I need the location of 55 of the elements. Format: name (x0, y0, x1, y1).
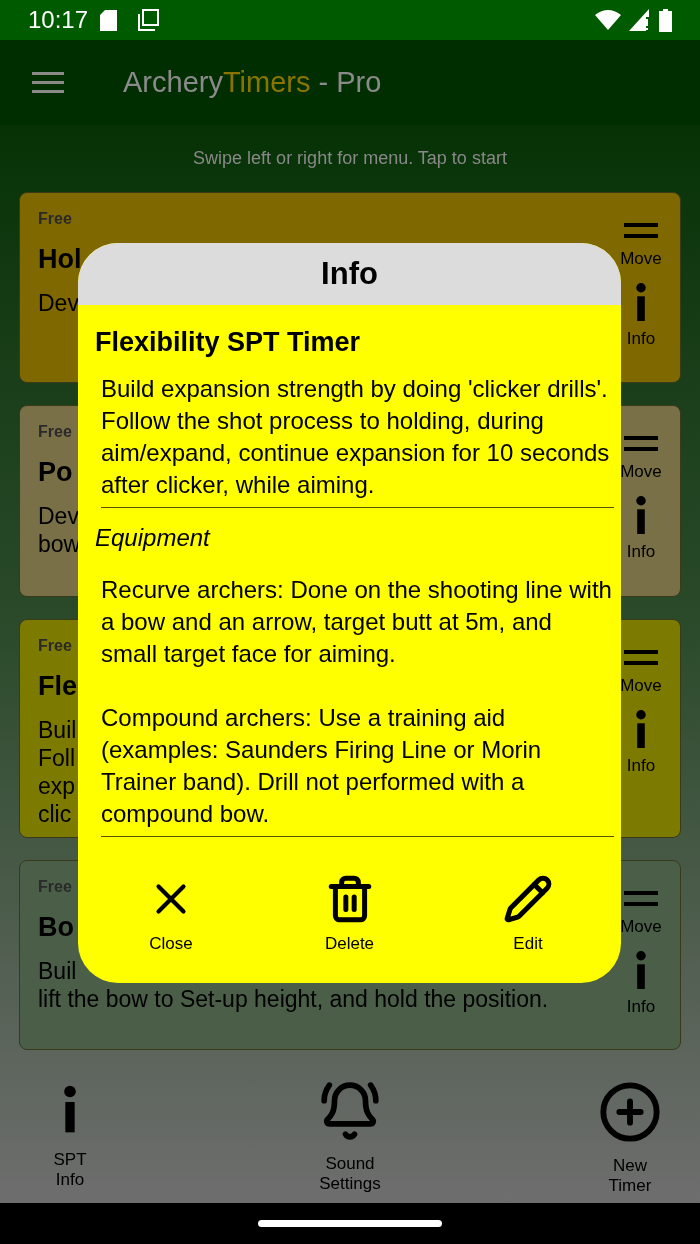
timer-heading: Flexibility SPT Timer (95, 326, 362, 359)
info-label: Info (626, 329, 656, 349)
info-icon (635, 951, 647, 989)
move-label: Move (620, 676, 662, 696)
battery-icon (659, 8, 672, 32)
move-icon[interactable] (624, 223, 658, 239)
timer-description: Build expansion strength by doing 'clicker drills'. Follow the shot process to holding, during aim/expand, continue expansion for 10 seconds after clicker, while aiming. (101, 374, 611, 500)
timer-description: Buil (38, 957, 78, 985)
tag-label: Free (38, 422, 73, 442)
tag-label: Free (38, 636, 73, 656)
info-label: Info (626, 997, 656, 1017)
section-heading: Equipment (95, 523, 212, 553)
timer-title: Hol (38, 243, 82, 275)
dialog-action-button[interactable]: Edit (478, 874, 578, 954)
dialog-title: Info (321, 254, 378, 293)
signal-icon (629, 9, 649, 31)
move-label: Move (620, 917, 662, 937)
timer-title: Po (38, 456, 74, 488)
info-label: Info (626, 756, 656, 776)
app-title: ArcheryTimers - Pro (123, 64, 382, 100)
sd-card-icon (100, 9, 118, 31)
bell-icon (319, 1080, 381, 1142)
nav-button[interactable]: New Timer (580, 1080, 680, 1190)
equipment-text: Compound archers: Use a training aid (examples: Saunders Firing Line or Morin Trainer band). Drill not performed with a compound bow. (101, 703, 543, 829)
timer-description: Dev (38, 289, 80, 317)
timer-description: Buil (38, 716, 77, 744)
move-icon[interactable] (624, 650, 658, 666)
pencil-icon (503, 874, 553, 924)
nav-button[interactable]: SPT Info (20, 1080, 120, 1190)
info-label: Info (626, 542, 656, 562)
move-icon[interactable] (624, 891, 658, 907)
timer-description: bow (38, 530, 81, 558)
copy-icon (137, 9, 160, 31)
equipment-text: Recurve archers: Done on the shooting line with a bow and an arrow, target butt at 5m, and small target face for aiming. (101, 575, 613, 669)
menu-icon[interactable] (32, 71, 64, 94)
hint-text: Swipe left or right for menu. Tap to start (193, 147, 507, 169)
timer-description: exp (38, 772, 77, 800)
move-label: Move (620, 249, 662, 269)
timer-description: clic (38, 800, 73, 828)
info-icon (635, 496, 647, 534)
clock: 10:17 (28, 8, 89, 32)
nav-button[interactable]: Sound Settings (300, 1080, 400, 1190)
timer-title: Fle (38, 670, 77, 702)
info-icon (635, 283, 647, 321)
timer-description: Dev (38, 502, 80, 530)
dialog-action-button[interactable]: Close (121, 874, 221, 954)
tag-label: Free (38, 209, 73, 229)
dialog-action-button[interactable]: Delete (299, 874, 400, 954)
add-icon (598, 1080, 662, 1144)
move-label: Move (620, 462, 662, 482)
timer-description: lift the bow to Set-up height, and hold the position. (38, 985, 549, 1013)
info-icon (635, 710, 647, 748)
move-icon[interactable] (624, 436, 658, 452)
timer-description: Foll (38, 744, 77, 772)
wifi-icon (595, 10, 621, 30)
